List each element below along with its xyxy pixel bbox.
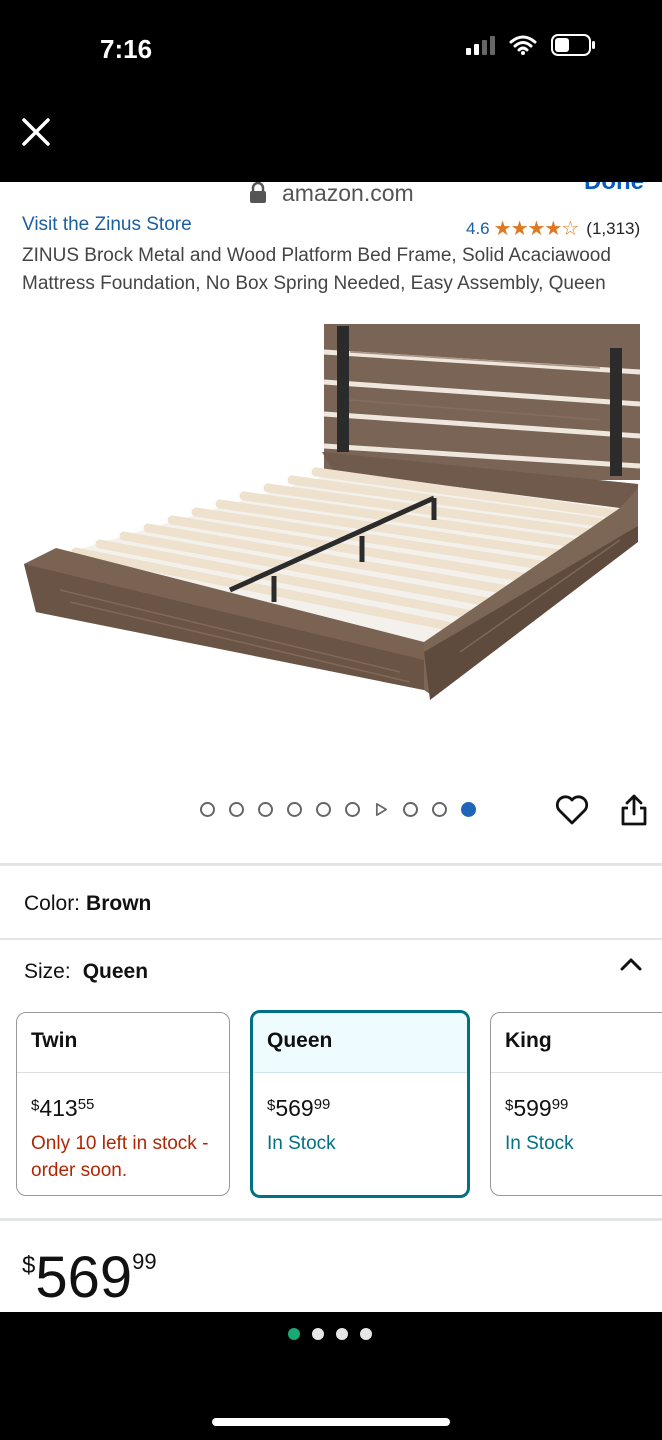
carousel-dot[interactable] [316, 802, 331, 817]
carousel-dot[interactable] [258, 802, 273, 817]
product-title: ZINUS Brock Metal and Wood Platform Bed … [22, 245, 611, 294]
carousel-dot[interactable] [432, 802, 447, 817]
status-bar: 7:16 [0, 0, 662, 100]
carousel-dot[interactable] [200, 802, 215, 817]
wifi-icon [509, 35, 537, 55]
product-page: amazon.com Done Visit the Zinus Store 4.… [0, 182, 662, 1312]
image-carousel-dots[interactable] [200, 802, 476, 817]
size-selector-header[interactable]: Size: Queen [24, 960, 148, 984]
size-option-stock: Only 10 left in stock - order soon. [31, 1133, 209, 1181]
size-label: Size: [24, 960, 71, 983]
share-icon[interactable] [618, 792, 650, 828]
size-option-twin[interactable]: Twin $41355 Only 10 left in stock - orde… [16, 1012, 230, 1196]
carousel-dot[interactable] [287, 802, 302, 817]
color-selector[interactable]: Color: Brown [24, 892, 151, 916]
battery-icon [551, 34, 595, 56]
visit-store-link[interactable]: Visit the Zinus Store [22, 214, 192, 236]
close-icon[interactable] [18, 114, 54, 150]
size-option-price: $41355 [31, 1095, 95, 1121]
carousel-dot[interactable] [403, 802, 418, 817]
status-icons [466, 34, 597, 56]
video-play-icon[interactable] [374, 802, 389, 817]
size-option-name: Twin [17, 1013, 229, 1073]
size-option-stock: In Stock [505, 1133, 574, 1154]
rating-summary[interactable]: 4.6 ★★★★☆ (1,313) [466, 216, 640, 241]
page-dot [360, 1328, 372, 1340]
cellular-signal-icon [466, 35, 495, 55]
size-option-name: King [491, 1013, 662, 1073]
carousel-dot[interactable] [229, 802, 244, 817]
rating-count: (1,313) [586, 218, 641, 238]
page-indicator [288, 1328, 372, 1340]
page-dot-active [288, 1328, 300, 1340]
carousel-dot[interactable] [345, 802, 360, 817]
url-domain: amazon.com [282, 182, 414, 206]
rating-stars-icon: ★★★★☆ [493, 218, 580, 240]
done-button[interactable]: Done [584, 182, 644, 196]
lock-icon [250, 182, 266, 203]
product-price: $56999 [22, 1245, 157, 1310]
status-time: 7:16 [100, 34, 153, 64]
size-option-stock: In Stock [267, 1133, 336, 1154]
product-image[interactable] [0, 312, 662, 782]
page-dot [336, 1328, 348, 1340]
color-label: Color: [24, 892, 81, 915]
divider [0, 938, 662, 940]
size-option-price: $56999 [267, 1095, 331, 1121]
browser-nav-bar [0, 100, 662, 182]
chevron-up-icon[interactable] [618, 954, 644, 974]
divider [0, 1218, 662, 1221]
carousel-dot-active[interactable] [461, 802, 476, 817]
size-value: Queen [82, 960, 149, 983]
size-option-price: $59999 [505, 1095, 569, 1121]
heart-icon[interactable] [554, 794, 590, 826]
page-dot [312, 1328, 324, 1340]
bottom-bar [0, 1312, 662, 1440]
size-option-queen[interactable]: Queen $56999 In Stock [250, 1010, 470, 1198]
home-indicator[interactable] [212, 1418, 450, 1426]
url-bar[interactable]: amazon.com Done [0, 182, 662, 210]
size-option-king[interactable]: King $59999 In Stock [490, 1012, 662, 1196]
color-value: Brown [86, 892, 152, 915]
divider [0, 863, 662, 866]
size-option-name: Queen [253, 1013, 467, 1073]
rating-value: 4.6 [466, 218, 490, 238]
